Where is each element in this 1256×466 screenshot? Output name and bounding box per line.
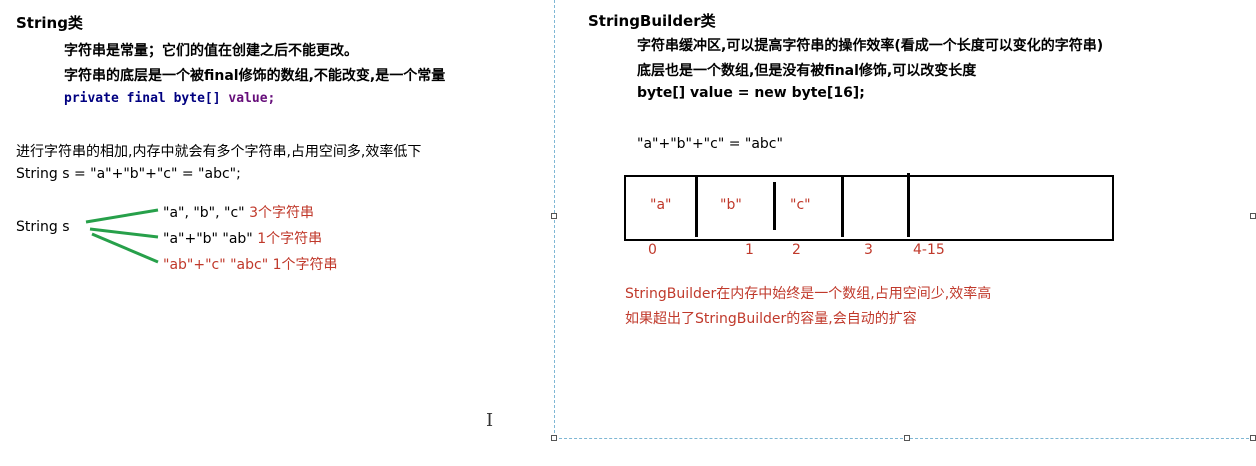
right-concat-expr: "a"+"b"+"c" = "abc" (637, 136, 783, 152)
branch-item-2: "a"+"b" "ab" 1个字符串 (163, 228, 322, 248)
branch-item-1-text: "a", "b", "c" (163, 205, 245, 221)
array-index-3: 3 (864, 242, 873, 258)
resize-handle-left[interactable] (551, 213, 557, 219)
branch-item-3: "ab"+"c" "abc" 1个字符串 (163, 254, 338, 274)
resize-handle-bottom-left[interactable] (551, 435, 557, 441)
text-cursor-icon: I (486, 410, 494, 431)
right-note-line1: StringBuilder在内存中始终是一个数组,占用空间少,效率高 (625, 286, 992, 302)
right-desc-line3: byte[] value = new byte[16]; (637, 85, 865, 101)
array-divider-2 (773, 182, 776, 230)
branch-item-2-count: 1个字符串 (257, 231, 323, 247)
right-desc-line1: 字符串缓冲区,可以提高字符串的操作效率(看成一个长度可以变化的字符串) (637, 38, 1104, 54)
array-index-0: 0 (648, 242, 657, 258)
branch-line-3 (91, 232, 159, 264)
right-title: StringBuilder类 (588, 12, 716, 30)
branch-item-1-count: 3个字符串 (249, 205, 314, 221)
branch-item-2-text: "a"+"b" "ab" (163, 231, 253, 247)
resize-handle-right[interactable] (1250, 213, 1256, 219)
array-divider-3 (841, 177, 844, 237)
resize-handle-bottom-right[interactable] (1250, 435, 1256, 441)
branch-line-1 (85, 208, 159, 224)
array-cell-b: "b" (720, 197, 742, 213)
array-divider-4 (907, 173, 910, 237)
branch-item-3-text: "ab"+"c" "abc" 1个字符串 (163, 257, 338, 273)
branch-item-1: "a", "b", "c" 3个字符串 (163, 202, 314, 222)
right-note-line2: 如果超出了StringBuilder的容量,会自动的扩容 (625, 311, 917, 327)
array-index-1: 1 (745, 242, 754, 258)
array-cell-a: "a" (650, 197, 672, 213)
array-index-4-15: 4-15 (913, 242, 945, 258)
branch-line-2 (89, 227, 159, 239)
resize-handle-bottom[interactable] (904, 435, 910, 441)
array-divider-1 (695, 177, 698, 237)
right-desc-line2: 底层也是一个数组,但是没有被final修饰,可以改变长度 (637, 63, 977, 79)
guide-vertical (554, 0, 555, 438)
array-cell-c: "c" (790, 197, 811, 213)
array-index-2: 2 (792, 242, 801, 258)
